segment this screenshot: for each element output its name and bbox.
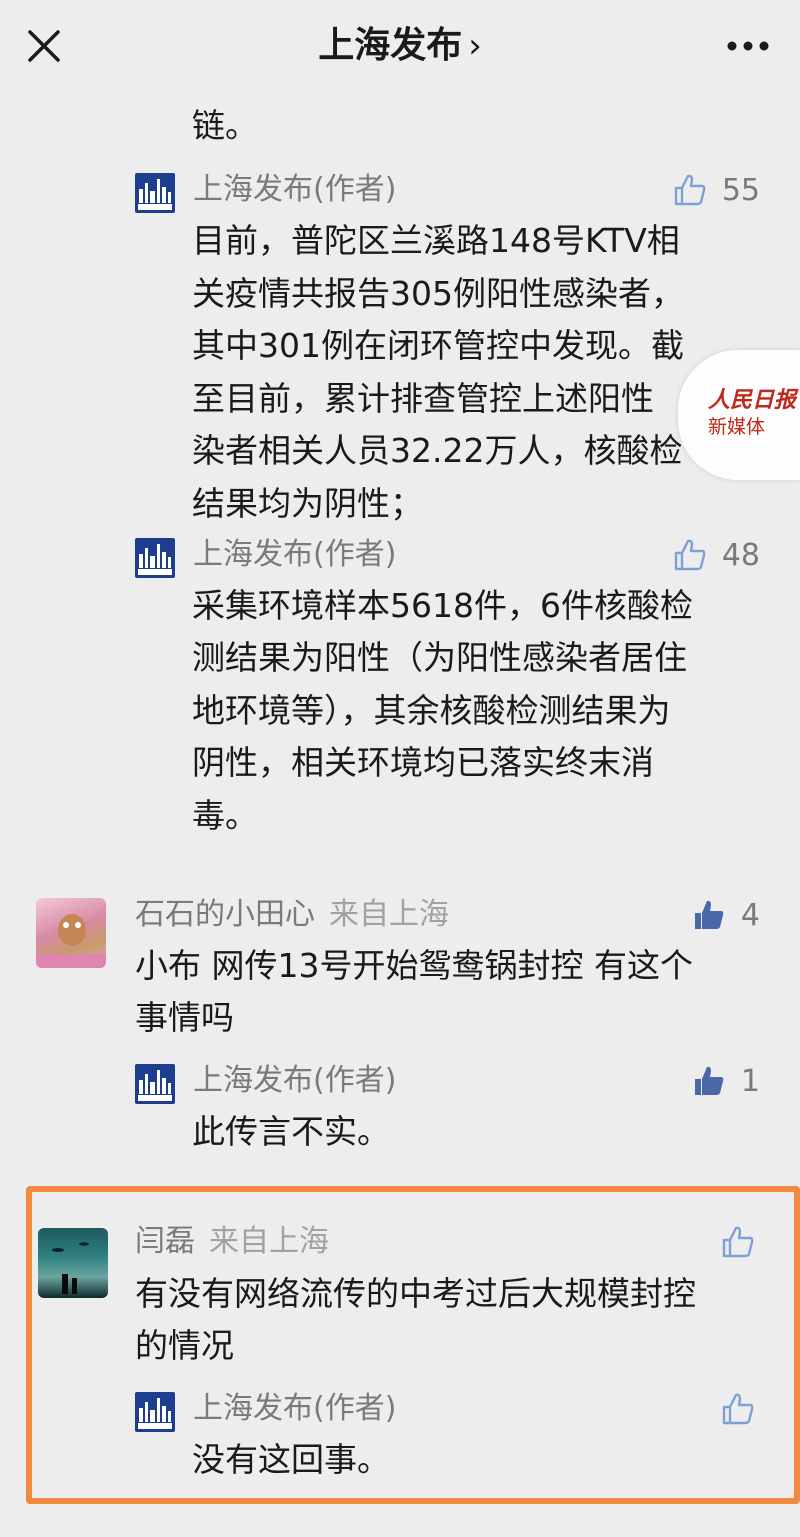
reply-text-line: 染者相关人员32.22万人，核酸检	[192, 431, 683, 470]
like-button[interactable]: 55	[672, 170, 760, 210]
like-count: 1	[740, 1063, 760, 1099]
commenter-location: 来自上海	[329, 897, 449, 932]
reply-text-line: 此传言不实。	[192, 1112, 390, 1151]
reply-text-continued: 链。	[192, 106, 258, 145]
reply-text-line: 至目前，累计排查管控上述阳性	[192, 379, 654, 418]
comment-text-line: 小布 网传13号开始鸳鸯锅封控 有这个	[135, 946, 693, 985]
like-button[interactable]: 48	[672, 535, 760, 575]
comment-text-line: 的情况	[135, 1326, 234, 1365]
comment-text-line: 事情吗	[135, 998, 234, 1037]
commenter-name[interactable]: 闫磊 来自上海	[135, 1222, 329, 1262]
commenter-location: 来自上海	[209, 1224, 329, 1259]
like-button[interactable]: 4	[691, 895, 760, 935]
reply-text-line: 测结果为阳性（为阳性感染者居住	[192, 638, 687, 677]
reply-text-line: 地环境等），其余核酸检测结果为	[192, 691, 671, 730]
reply-text-line: 没有这回事。	[192, 1440, 390, 1479]
thumbs-up-outline-icon	[722, 1393, 754, 1425]
watermark-subtitle: 新媒体	[708, 416, 766, 438]
thumbs-up-filled-icon	[694, 1066, 724, 1095]
thumbs-up-outline-icon	[674, 174, 706, 206]
watermark-badge: 人民日报 新媒体	[678, 350, 800, 480]
commenter-username[interactable]: 石石的小田心	[135, 897, 315, 932]
reply-text-line: 目前，普陀区兰溪路148号KTV相	[192, 221, 680, 260]
like-count: 55	[721, 172, 760, 208]
like-button[interactable]	[720, 1222, 756, 1262]
like-button[interactable]	[720, 1389, 756, 1429]
user-avatar[interactable]	[38, 1228, 108, 1298]
more-icon[interactable]	[726, 36, 770, 56]
reply-text-line: 阴性，相关环境均已落实终末消	[192, 743, 654, 782]
reply-author-name[interactable]: 上海发布(作者)	[193, 1061, 396, 1101]
reply-text-line: 关疫情共报告305例阳性感染者，	[192, 274, 684, 313]
page-title: 上海发布	[318, 25, 463, 66]
account-title-link[interactable]: 上海发布 ›	[0, 22, 800, 70]
author-badge-icon	[135, 1064, 175, 1104]
reply-author-name[interactable]: 上海发布(作者)	[193, 1389, 396, 1429]
thumbs-up-filled-icon	[694, 900, 724, 929]
comment-text-line: 有没有网络流传的中考过后大规模封控	[135, 1274, 696, 1313]
watermark-logo-text: 人民日报	[708, 387, 797, 413]
reply-text-line: 结果均为阴性；	[192, 484, 423, 523]
author-badge-icon	[135, 538, 175, 578]
thumbs-up-outline-icon	[674, 539, 706, 571]
commenter-username[interactable]: 闫磊	[135, 1224, 195, 1259]
thumbs-up-outline-icon	[722, 1226, 754, 1258]
like-count: 48	[721, 537, 760, 573]
top-nav-bar: 上海发布 ›	[0, 0, 800, 92]
commenter-name[interactable]: 石石的小田心 来自上海	[135, 895, 449, 935]
reply-text-line: 毒。	[192, 796, 258, 835]
like-count: 4	[740, 897, 760, 933]
like-button[interactable]: 1	[691, 1061, 760, 1101]
reply-text-line: 采集环境样本5618件，6件核酸检	[192, 586, 693, 625]
author-badge-icon	[135, 1392, 175, 1432]
user-avatar[interactable]	[36, 898, 106, 968]
reply-author-name[interactable]: 上海发布(作者)	[193, 535, 396, 575]
chevron-right-icon: ›	[468, 26, 482, 66]
reply-text-line: 其中301例在闭环管控中发现。截	[192, 326, 684, 365]
author-badge-icon	[135, 173, 175, 213]
reply-author-name[interactable]: 上海发布(作者)	[193, 170, 396, 210]
